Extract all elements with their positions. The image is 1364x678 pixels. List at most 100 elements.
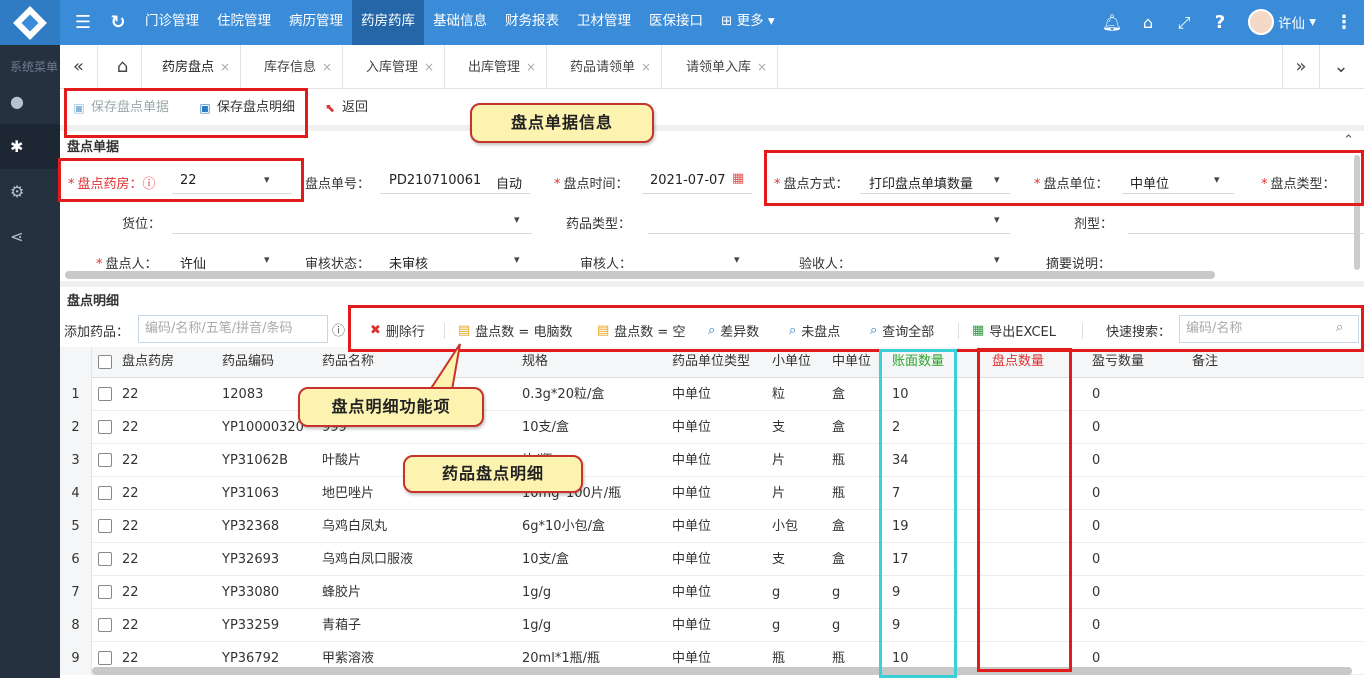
col-drug-code[interactable]: 药品编码 [222, 347, 274, 378]
row-checkbox[interactable] [98, 420, 112, 434]
bell-icon[interactable]: 🔔︎ [1100, 0, 1124, 45]
nav-item-basic-info[interactable]: 基础信息 [424, 0, 496, 45]
fullscreen-icon[interactable]: ⤢ [1172, 0, 1196, 45]
tab-scroll-left-icon[interactable]: « [60, 45, 98, 89]
nav-item-inpatient[interactable]: 住院管理 [208, 0, 280, 45]
home-icon[interactable]: ⌂ [104, 45, 142, 89]
table-row[interactable]: 2 22 YP10000320 999 10支/盒 中单位支盒 2 0 [60, 411, 1364, 444]
tab-requisition-inbound[interactable]: 请领单入库 × [670, 45, 779, 89]
row-number: 3 [60, 444, 92, 477]
table-row[interactable]: 6 22 YP32693 乌鸡白凤口服液 10支/盒 中单位支盒 17 0 [60, 543, 1364, 576]
nav-item-more[interactable]: ⊞ 更多 ▾ [712, 0, 784, 45]
add-drug-label: 添加药品： [64, 325, 130, 340]
row-checkbox[interactable] [98, 651, 112, 665]
cell-small-unit: 支 [772, 420, 786, 435]
settings-icon[interactable]: ⚙ [0, 169, 60, 214]
add-drug-input[interactable]: 编码/名称/五笔/拼音/条码 [138, 315, 328, 343]
callout-doc-info: 盘点单据信息 [470, 103, 654, 143]
user-menu[interactable]: 许仙 ▾ [1248, 9, 1316, 35]
help-icon[interactable]: ? [1208, 0, 1232, 45]
top-bar: ☰ ↻ 门诊管理 住院管理 病历管理 药房药库 基础信息 财务报表 卫材管理 医… [0, 0, 1364, 45]
row-checkbox[interactable] [98, 552, 112, 566]
audit-status-select[interactable]: 未审核 [389, 253, 428, 272]
time-input[interactable]: 2021-07-07 [650, 173, 726, 188]
person-select[interactable]: 许仙 [180, 253, 206, 272]
cell-diff-qty: 0 [1092, 585, 1101, 600]
share-icon[interactable]: ⋖ [0, 214, 60, 259]
table-row[interactable]: 8 22 YP33259 青葙子 1g/g 中单位 g g 9 0 [60, 609, 1364, 642]
cell-drug-name: 蜂胶片 [322, 585, 362, 600]
menu-icon[interactable]: ☰ [70, 0, 96, 45]
tab-label: 药房盘点 [162, 60, 215, 75]
order-no-auto: 自动 [496, 177, 523, 192]
cell-pharmacy: 22 [122, 453, 139, 468]
circle-icon[interactable]: ● [0, 79, 60, 124]
gear-icon[interactable]: ✱ [0, 124, 60, 169]
table-row[interactable]: 4 22 YP31063 地巴唑片 10mg*100片/瓶 中单位片瓶 7 0 [60, 477, 1364, 510]
tab-requisition[interactable]: 药品请领单 × [554, 45, 663, 89]
tab-stock-info[interactable]: 库存信息 × [248, 45, 344, 89]
row-checkbox[interactable] [98, 453, 112, 467]
nav-item-materials[interactable]: 卫材管理 [568, 0, 640, 45]
close-icon[interactable]: × [641, 60, 651, 74]
row-checkbox[interactable] [98, 618, 112, 632]
tab-pharmacy-inventory[interactable]: 药房盘点 × [146, 45, 242, 89]
row-number: 5 [60, 510, 92, 543]
cell-small-unit: 片 [772, 486, 786, 501]
nav-item-records[interactable]: 病历管理 [280, 0, 352, 45]
refresh-icon[interactable]: ↻ [105, 0, 131, 45]
nav-item-insurance[interactable]: 医保接口 [640, 0, 712, 45]
drug-type-select[interactable] [648, 233, 1010, 234]
tag-icon[interactable]: ⌂ [1136, 0, 1160, 45]
location-label: 货位： [122, 217, 162, 232]
close-icon[interactable]: × [526, 60, 536, 74]
collapse-icon[interactable]: ⌃ [1343, 133, 1354, 148]
close-icon[interactable]: × [757, 60, 767, 74]
back-button[interactable]: ⬉ 返回 [323, 98, 368, 118]
tab-inbound[interactable]: 入库管理 × [350, 45, 446, 89]
row-number: 6 [60, 543, 92, 576]
chevron-down-icon: ▾ [734, 253, 740, 266]
cell-mid-unit: g [832, 618, 841, 633]
table-row[interactable]: 322YP31062B叶酸片片/瓶中单位片瓶340 [60, 444, 1364, 477]
table-row[interactable]: 7 22 YP33080 蜂胶片 1g/g 中单位 g g 9 0 [60, 576, 1364, 609]
app-logo[interactable] [0, 0, 60, 45]
dosage-input[interactable] [1128, 233, 1364, 234]
table-row[interactable]: 1 22 12083 0.3g*20粒/盒 中单位粒盒 10 0 [60, 378, 1364, 411]
tab-outbound[interactable]: 出库管理 × [452, 45, 548, 89]
nav-item-pharmacy[interactable]: 药房药库 [352, 0, 424, 45]
row-checkbox[interactable] [98, 585, 112, 599]
cell-drug-code: YP32693 [222, 552, 280, 567]
row-checkbox[interactable] [98, 519, 112, 533]
cell-drug-name: 乌鸡白凤口服液 [322, 552, 414, 567]
callout-detail-features: 盘点明细功能项 [298, 387, 484, 427]
user-name: 许仙 [1278, 16, 1305, 32]
table-row[interactable]: 5 22 YP32368 乌鸡白凤丸 6g*10小包/盒 中单位 小包盒 19 0 [60, 510, 1364, 543]
chevron-down-icon: ▾ [763, 13, 775, 29]
nav-item-outpatient[interactable]: 门诊管理 [136, 0, 208, 45]
close-icon[interactable]: × [424, 60, 434, 74]
col-pharmacy[interactable]: 盘点药房 [122, 347, 174, 378]
row-checkbox[interactable] [98, 486, 112, 500]
cell-drug-code: YP10000320 [222, 420, 304, 435]
grid-scrollbar[interactable] [92, 667, 1352, 675]
nav-item-finance[interactable]: 财务报表 [496, 0, 568, 45]
tab-label: 请领单入库 [686, 60, 752, 75]
close-icon[interactable]: × [322, 60, 332, 74]
cell-spec: 0.3g*20粒/盒 [522, 387, 605, 402]
select-all-checkbox[interactable] [98, 355, 112, 369]
cell-spec: 10支/盒 [522, 420, 569, 435]
more-vertical-icon[interactable]: ⋮ [1334, 0, 1354, 45]
cell-mid-unit: 盒 [832, 519, 846, 534]
cell-mid-unit: 盒 [832, 552, 846, 567]
location-select[interactable] [172, 233, 532, 234]
cell-small-unit: 片 [772, 453, 786, 468]
row-checkbox[interactable] [98, 387, 112, 401]
tab-scroll-right-icon[interactable]: » [1282, 45, 1320, 89]
cell-diff-qty: 0 [1092, 618, 1101, 633]
close-icon[interactable]: × [220, 60, 230, 74]
back-icon: ⬉ [324, 101, 336, 115]
calendar-icon[interactable]: ▦ [732, 171, 744, 186]
chevron-down-icon[interactable]: ⌄ [1322, 45, 1360, 89]
form-scrollbar[interactable] [65, 271, 1215, 279]
